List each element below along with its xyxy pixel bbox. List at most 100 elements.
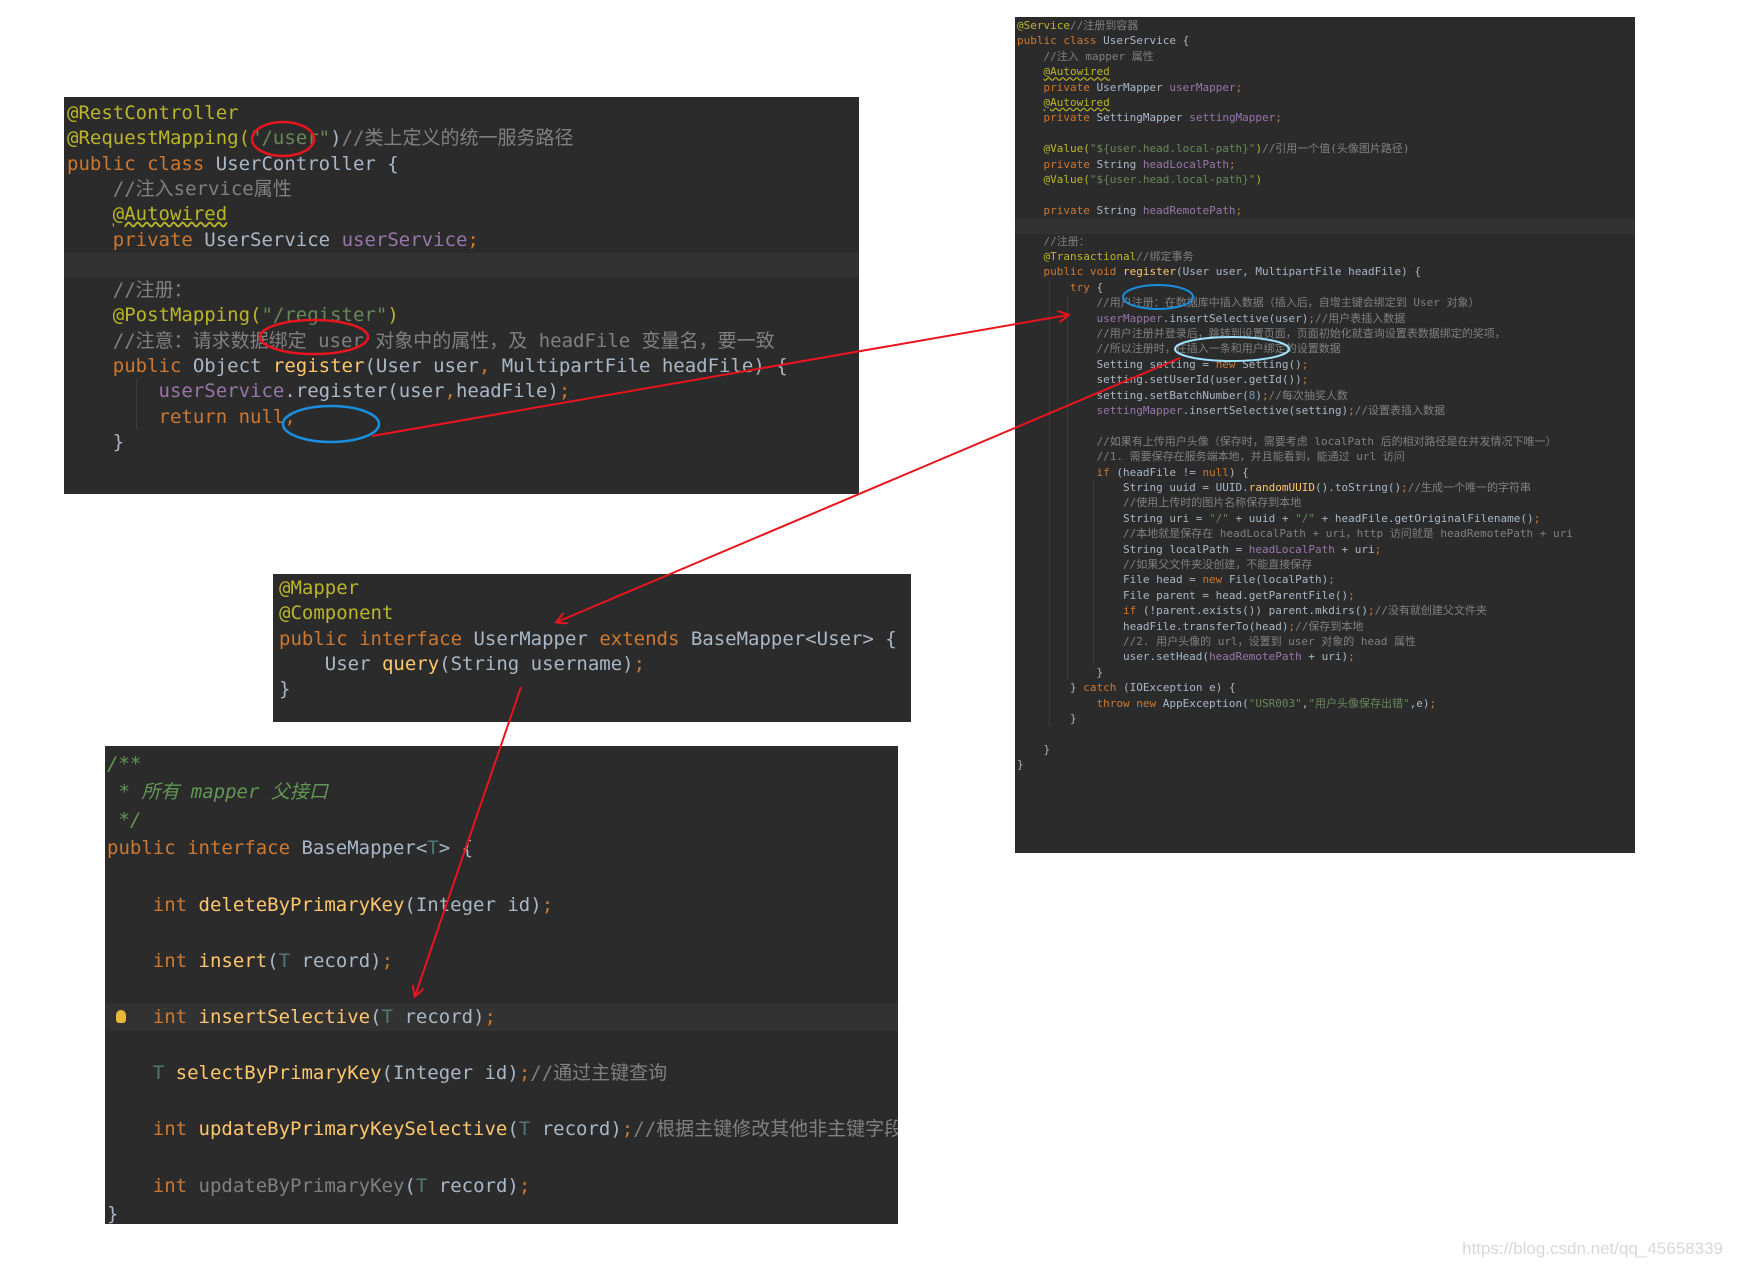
- code-token: ;: [484, 1005, 496, 1028]
- code-token: File parent = head.getParentFile(): [1017, 588, 1349, 602]
- code-token: throw new: [1017, 696, 1163, 710]
- code-token: User: [279, 652, 382, 675]
- code-token: BaseMapper<User> {: [690, 627, 897, 650]
- code-line: int updateByPrimaryKey(T record);: [105, 1172, 898, 1200]
- code-token: ;: [1228, 157, 1236, 171]
- code-line: */: [105, 806, 898, 834]
- code-token: int: [107, 1005, 199, 1028]
- code-token: //注册：: [67, 279, 193, 302]
- code-line: public interface BaseMapper<T> {: [105, 834, 898, 862]
- code-token: settingMapper: [1017, 404, 1183, 417]
- code-token: "${user.head.local-path}": [1089, 173, 1256, 186]
- code-line: private UserMapper userMapper;: [1015, 80, 1635, 95]
- code-line: [1015, 418, 1635, 433]
- code-token: (User user: [364, 355, 479, 377]
- code-line: //本地就是保存在 headLocalPath + uri，http 访问就是 …: [1015, 526, 1635, 541]
- code-token: userService: [67, 380, 285, 403]
- code-token: T: [427, 837, 439, 860]
- code-token: ;: [1328, 573, 1335, 587]
- code-token: //用户表插入数据: [1315, 311, 1406, 325]
- code-line: private UserService userService;: [64, 228, 859, 253]
- code-token: ;: [381, 949, 394, 972]
- code-token: {: [1096, 280, 1104, 294]
- code-token: + uri): [1301, 650, 1349, 664]
- code-token: ) {: [1228, 465, 1249, 479]
- code-token: public class: [1017, 34, 1104, 48]
- code-token: "/user": [250, 127, 331, 150]
- code-line: public class UserController {: [64, 152, 859, 177]
- code-token: extends: [599, 627, 691, 650]
- code-token: ): [387, 304, 399, 327]
- code-line: setting.setBatchNumber(8);//每次抽奖人数: [1015, 388, 1635, 403]
- code-token: ;: [1401, 481, 1408, 494]
- code-line: }: [1015, 665, 1635, 680]
- code-line: }: [1015, 742, 1635, 757]
- code-token: @Autowired: [1043, 96, 1110, 109]
- code-token: /**: [107, 753, 142, 775]
- code-token: (headFile !=: [1116, 465, 1203, 479]
- code-token: selectByPrimaryKey: [175, 1062, 382, 1085]
- code-line: if (!parent.exists()) parent.mkdirs();//…: [1015, 603, 1635, 618]
- code-token: }: [107, 1202, 119, 1224]
- code-token: ;: [621, 1118, 634, 1141]
- code-token: userService: [341, 228, 468, 251]
- code-token: record): [301, 949, 382, 972]
- code-line: //2. 用户头像的 url，设置到 user 对象的 head 属性: [1015, 634, 1635, 649]
- code-line: File head = new File(localPath);: [1015, 572, 1635, 587]
- code-line: //用户注册：在数据库中插入数据（插入后，自增主键会绑定到 User 对象）: [1015, 295, 1635, 310]
- code-token: userMapper: [1017, 311, 1163, 325]
- code-line: try {: [1015, 280, 1635, 295]
- code-line: @Autowired: [64, 202, 859, 227]
- code-line: [64, 253, 859, 278]
- code-token: ;: [1235, 203, 1243, 217]
- code-token: ,: [478, 355, 502, 377]
- code-line: }: [105, 1200, 898, 1224]
- code-token: int: [107, 893, 199, 916]
- code-token: //绑定事务: [1136, 250, 1194, 263]
- code-token: @Autowired: [112, 203, 228, 226]
- code-token: //如果父文件夹没创建，不能直接保存: [1017, 558, 1313, 571]
- code-token: ;: [1368, 604, 1375, 618]
- code-token: ;: [558, 380, 571, 403]
- code-token: @PostMapping(: [67, 304, 262, 327]
- code-token: T: [518, 1118, 542, 1141]
- code-line: //注意：请求数据绑定 user 对象中的属性，及 headFile 变量名，要…: [64, 329, 859, 354]
- code-token: ;: [1348, 404, 1355, 417]
- code-token: //用户注册并登录后，跳转到设置页面，页面初始化就查询设置表数据绑定的奖项，: [1017, 327, 1506, 340]
- code-line: int insert(T record);: [105, 947, 898, 975]
- code-token: @RequestMapping(: [67, 127, 251, 150]
- code-line: [105, 919, 898, 947]
- code-line: User query(String username);: [273, 652, 911, 677]
- code-line: //注入service属性: [64, 177, 859, 202]
- code-token: + uri: [1334, 542, 1375, 556]
- code-token: .: [284, 380, 296, 403]
- code-token: //用户注册：在数据库中插入数据（插入后，自增主键会绑定到 User 对象）: [1017, 296, 1480, 310]
- code-token: T: [415, 1174, 439, 1197]
- code-token: insert: [198, 949, 268, 972]
- code-token: user.setHead(: [1017, 650, 1210, 664]
- code-token: * 所有 mapper 父接口: [107, 781, 328, 804]
- code-token: Object: [192, 355, 273, 377]
- code-token: insertSelective: [198, 1005, 371, 1028]
- code-line: String uuid = UUID.randomUUID().toString…: [1015, 480, 1635, 495]
- code-token: Setting setting =: [1017, 357, 1216, 371]
- code-token: (!parent.exists()) parent.mkdirs(): [1142, 604, 1369, 618]
- code-token: String uri =: [1017, 511, 1210, 525]
- code-token: }: [1017, 681, 1084, 695]
- code-token: public void: [1017, 265, 1123, 279]
- code-token: public: [67, 355, 193, 377]
- code-line: [105, 862, 898, 890]
- code-line: int insertSelective(T record);: [105, 1003, 898, 1031]
- code-token: private: [1017, 111, 1097, 125]
- code-token: setting.setBatchNumber(: [1017, 388, 1249, 402]
- code-line: private String headRemotePath;: [1015, 203, 1635, 218]
- code-token: (IOException e) {: [1122, 681, 1236, 695]
- code-line: @RequestMapping("/user")//类上定义的统一服务路径: [64, 126, 859, 151]
- code-token: AppException(: [1162, 696, 1249, 710]
